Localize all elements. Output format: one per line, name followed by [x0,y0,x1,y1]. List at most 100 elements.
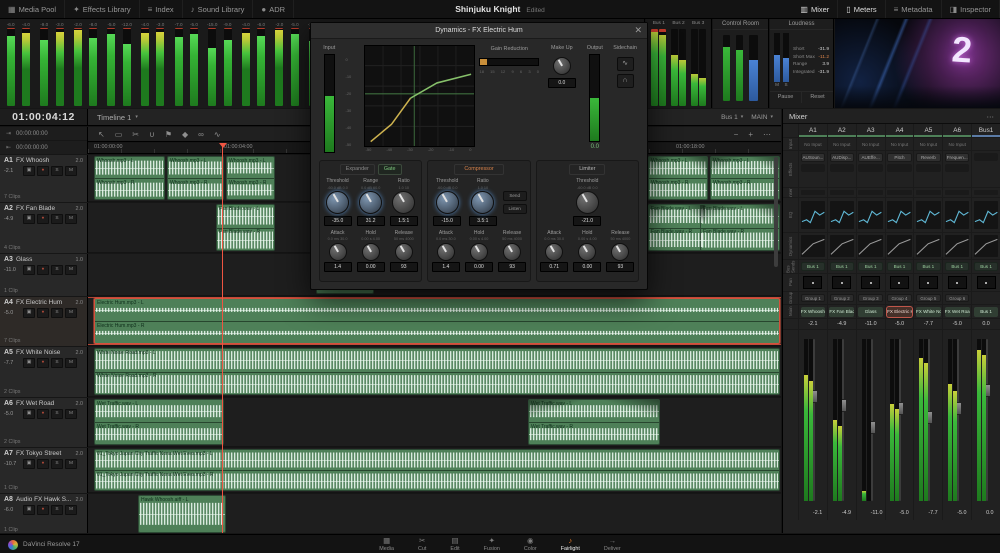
adr-button[interactable]: ● ADR [253,0,295,18]
threshold-value[interactable]: -35.0 [323,215,352,226]
strip-input[interactable] [971,138,1000,150]
marker-icon[interactable]: ◆ [182,130,188,139]
effect-empty-slot[interactable] [973,153,999,161]
solo-button[interactable]: S [51,166,63,176]
release-value[interactable]: 93 [606,262,635,272]
bus-send-chip[interactable]: Bus 1 [858,262,883,271]
effect-empty-slot[interactable] [916,164,941,172]
effect-empty-slot[interactable] [800,164,826,172]
pan-pad[interactable] [803,276,823,289]
sidechain-filter-button[interactable]: ∿ [616,57,634,71]
strip-name-chip[interactable]: FX Wet Road [944,306,970,317]
mute-button[interactable]: M [65,358,77,368]
link-icon[interactable]: ∞ [198,130,204,139]
mixer-options-icon[interactable]: ⋯ [987,112,995,121]
hold-knob[interactable] [469,242,488,261]
monitor-output-selector[interactable]: MAIN ▾ [751,114,773,121]
solo-button[interactable]: S [51,459,63,469]
audio-clip[interactable]: Whoosh.mp3 - L Whoosh.mp3 - R [167,156,224,200]
strip-name-chip[interactable]: FX Whoosh [800,306,826,317]
audio-clip[interactable]: Electric Hum.mp3 - L Electric Hum.mp3 - R [94,298,780,344]
page-deliver[interactable]: → Deliver [604,537,621,552]
metadata-button[interactable]: ≡ Metadata [886,0,942,18]
track-lane-a4[interactable]: Electric Hum.mp3 - L Electric Hum.mp3 - R [88,297,781,346]
control-room-volume-slider[interactable] [749,35,758,101]
eq-curve-thumbnail[interactable] [826,198,856,232]
options-icon[interactable]: ⋯ [763,130,771,139]
dynamics-curve-thumbnail[interactable] [855,233,885,259]
insert-slot[interactable] [829,190,854,195]
lock-icon[interactable]: ▣ [23,459,35,469]
eq-curve-thumbnail[interactable] [913,198,942,232]
audio-clip[interactable]: Whoosh.mp3 - L Whoosh.mp3 - R [648,156,708,200]
effect-plugin-chip[interactable]: Reverb [916,153,941,162]
dynamics-curve-thumbnail[interactable] [913,233,942,259]
strip-input[interactable]: No Input [884,138,914,150]
pan-pad[interactable] [832,276,852,289]
page-fusion[interactable]: ✦ Fusion [484,537,500,552]
sound-library-button[interactable]: ♪ Sound Library [183,0,254,18]
timeline-selector[interactable]: Timeline 1 ▾ [88,113,147,122]
ratio-value[interactable]: 1.5:1 [389,215,418,226]
effect-empty-slot[interactable] [858,164,883,172]
flag-icon[interactable]: ⚑ [165,130,172,139]
insert-slot[interactable] [887,190,912,195]
lock-icon[interactable]: ▣ [23,214,35,224]
audio-clip[interactable]: Whoosh.mp3 - L Whoosh.mp3 - R [94,156,165,200]
dynamics-curve-thumbnail[interactable] [942,233,971,259]
sidechain-listen-button[interactable]: ∩ [616,74,634,88]
ratio-knob[interactable] [471,191,495,214]
bus-send-chip[interactable]: Bus 1 [945,262,970,271]
group-chip[interactable]: Group 2 [829,294,854,302]
audio-clip[interactable]: Fan Blade.wav - L Fan Blade.wav - R [648,204,706,251]
strip-name-chip[interactable]: Glass [858,306,884,317]
attack-value[interactable]: 1.4 [323,262,352,272]
mute-button[interactable]: M [65,214,77,224]
solo-button[interactable]: S [51,358,63,368]
solo-button[interactable]: S [51,214,63,224]
arm-record-button[interactable]: ● [37,505,49,515]
page-edit[interactable]: ▤ Edit [450,537,459,552]
arm-record-button[interactable]: ● [37,459,49,469]
group-chip[interactable]: Group 1 [800,294,826,302]
page-media[interactable]: ▦ Media [379,537,394,552]
arm-record-button[interactable]: ● [37,308,49,318]
strip-input[interactable]: No Input [855,138,885,150]
group-chip[interactable]: Group 3 [858,294,883,302]
mute-button[interactable]: M [65,505,77,515]
razor-icon[interactable]: ✂ [132,130,139,139]
arm-record-button[interactable]: ● [37,265,49,275]
hold-value[interactable]: 0.00 [573,262,602,272]
solo-button[interactable]: S [51,265,63,275]
track-lane-a5[interactable]: White Noise Road.mp3 - L White Noise Road… [88,347,781,397]
strip-input[interactable]: No Input [826,138,856,150]
compressor-title[interactable]: Compressor [454,164,504,175]
makeup-knob[interactable] [552,57,571,75]
mixer-button[interactable]: ▥ Mixer [792,0,839,18]
page-cut[interactable]: ✂ Cut [418,537,426,552]
track-header-a2[interactable]: A2 FX Fan Blade 2.0 -4.9 ▣ ● S M 4 Clips [0,203,88,253]
inspector-button[interactable]: ◨ Inspector [942,0,1000,18]
limiter-title[interactable]: Limiter [569,164,606,175]
strip-name-chip[interactable]: FX White Noise [915,306,941,317]
attack-knob[interactable] [328,242,347,261]
mute-button[interactable]: M [65,459,77,469]
effect-plugin-chip[interactable]: AUSoun... [800,153,826,162]
arm-record-button[interactable]: ● [37,166,49,176]
bus-send-chip[interactable]: Bus 1 [829,262,854,271]
threshold-knob[interactable] [326,191,350,214]
automation-icon[interactable]: ∿ [214,130,221,139]
bus-send-chip[interactable]: Bus 1 [800,262,826,271]
strip-input[interactable]: No Input [942,138,971,150]
hold-knob[interactable] [361,242,380,261]
range-knob[interactable] [359,191,383,214]
release-value[interactable]: 93 [498,262,527,272]
strip-name-chip[interactable]: FX Electric Hum [887,306,912,317]
release-knob[interactable] [611,242,630,261]
solo-button[interactable]: S [51,505,63,515]
audio-clip[interactable]: Wet Traffic.wav - L Wet Traffic.wav - R [94,399,224,445]
pan-pad[interactable] [889,276,909,289]
range-select-icon[interactable]: ▭ [115,130,123,139]
bus-send-chip[interactable]: Bus 1 [973,262,999,271]
insert-slot[interactable] [945,190,970,195]
